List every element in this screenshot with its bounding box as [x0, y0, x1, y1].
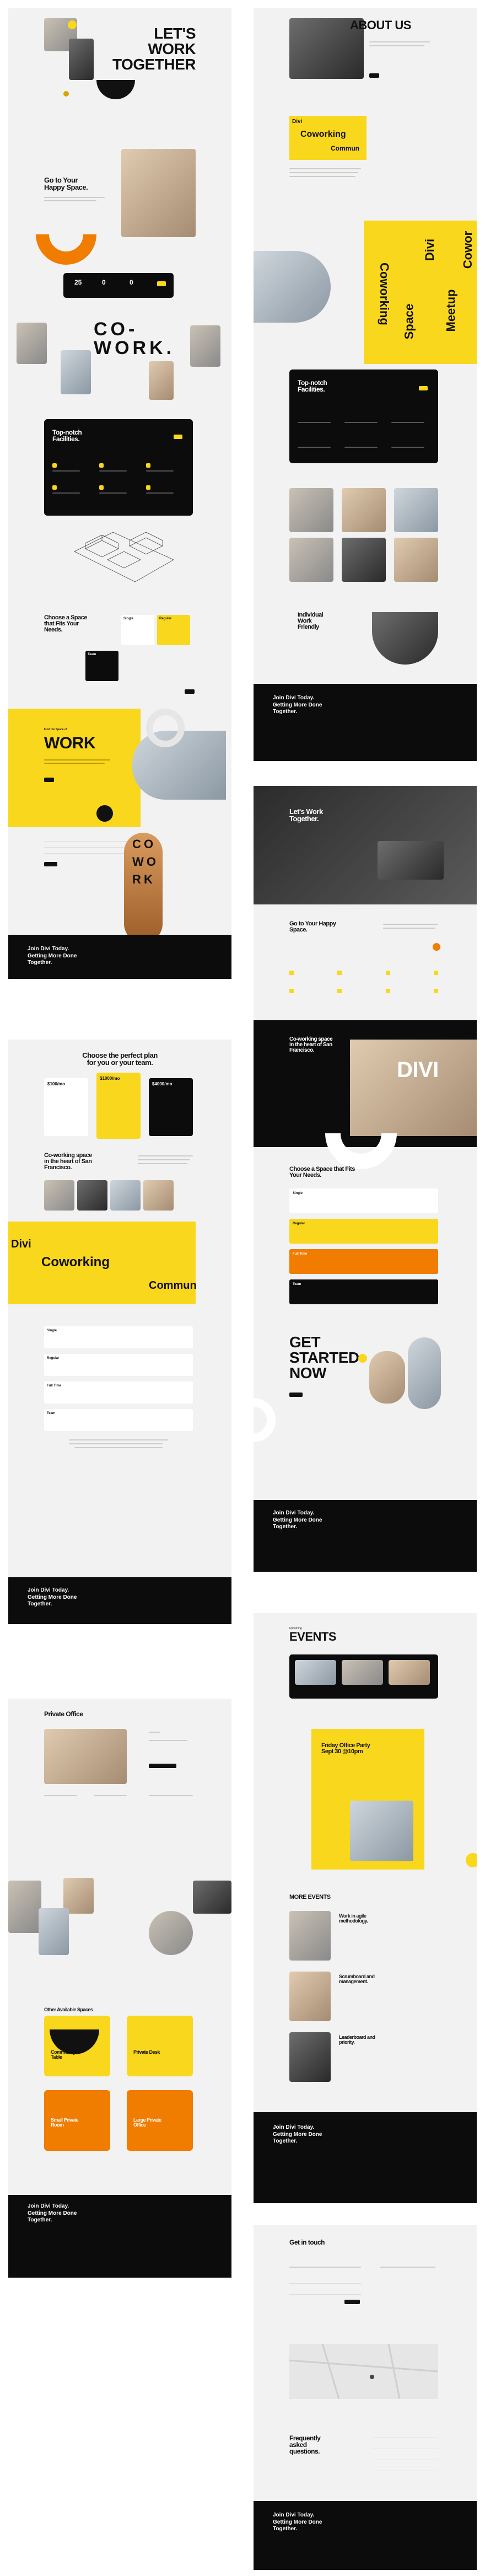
home2-hero: Let's Work Together. [254, 786, 477, 904]
choose-space-button[interactable] [185, 689, 195, 694]
tier-fulltime[interactable]: Full Time [44, 1381, 193, 1404]
get-started-button[interactable] [289, 1393, 303, 1397]
work-title: WORK [44, 734, 95, 752]
work-panel: Find the Space of WORK [8, 709, 141, 827]
home2-tier-fulltime[interactable]: Full Time [289, 1249, 438, 1274]
price-card-1[interactable]: $100/mo [44, 1078, 88, 1136]
home2-happy-title: Go to Your Happy Space. [289, 920, 336, 933]
event-2-title[interactable]: Scrumboard and management. [339, 1974, 375, 1984]
tier-list: Single Regular Full Time Team [44, 1326, 193, 1431]
facilities-panel: Top-notch Facilities. [44, 419, 193, 516]
facilities-title: Top-notch Facilities. [52, 429, 82, 443]
home2-page-card: Let's Work Together. Go to Your Happy Sp… [254, 786, 477, 1572]
work-button[interactable] [44, 778, 54, 782]
contact-title: Get in touch [289, 2238, 325, 2246]
contact-page-card: Get in touch Frequently asked questions.… [254, 2225, 477, 2570]
more-events-title: MORE EVENTS [289, 1894, 331, 1900]
home2-tier-single[interactable]: Single [289, 1188, 438, 1213]
stat-3: 0 [130, 279, 133, 286]
home2-features [289, 971, 438, 993]
tile-community[interactable]: Community Table [44, 2016, 110, 2076]
tile-small-room[interactable]: Small Private Room [44, 2090, 110, 2151]
cowork-photo-2 [61, 350, 91, 394]
faq-title: Frequently asked questions. [289, 2434, 321, 2455]
tier-single[interactable]: Single [44, 1326, 193, 1348]
orange-arc [36, 234, 96, 265]
about-vertical-banner: Coworking Divi Space Meetup Cowor [364, 221, 477, 364]
party-card[interactable]: Friday Office Party Sept 30 @10pm [311, 1729, 424, 1870]
price-card-3[interactable]: $4000/mo [149, 1078, 193, 1136]
contact-footer: Join Divi Today. Getting More Done Toget… [254, 2501, 477, 2570]
stat-2: 0 [102, 279, 106, 286]
about-page-card: ABOUT US Divi Coworking Commun Coworking… [254, 8, 477, 761]
hero-small-dot [63, 91, 69, 97]
cowork-photo-3 [149, 361, 174, 400]
about-title: ABOUT US [350, 18, 411, 32]
event-1-title[interactable]: Work in agile methodology. [339, 1914, 368, 1924]
events-title: EVENTS [289, 1630, 337, 1643]
office-page-card: Private Office Other Available Spaces Co… [8, 1699, 231, 2278]
home-footer: Join Divi Today. Getting More Done Toget… [8, 935, 231, 979]
home2-sf-panel: Co-working space in the heart of San Fra… [254, 1020, 477, 1169]
tier-regular[interactable]: Regular [44, 1354, 193, 1376]
office-title: Private Office [44, 1710, 83, 1718]
event-3-title[interactable]: Leaderboard and priority. [339, 2035, 375, 2045]
plan-card-regular[interactable]: Regular [157, 615, 190, 645]
pricing-footer: Join Divi Today. Getting More Done Toget… [8, 1577, 231, 1624]
facilities-button[interactable] [174, 435, 182, 439]
office-photo [44, 1729, 127, 1784]
events-footer: Join Divi Today. Getting More Done Toget… [254, 2112, 477, 2203]
about-footer: Join Divi Today. Getting More Done Toget… [254, 684, 477, 761]
footer-title: Join Divi Today. Getting More Done Toget… [28, 946, 77, 966]
about-button[interactable] [369, 73, 379, 78]
home2-footer: Join Divi Today. Getting More Done Toget… [254, 1500, 477, 1572]
events-page-card: Upcoming EVENTS Friday Office Party Sept… [254, 1613, 477, 2203]
plan-card-team[interactable]: Team [85, 651, 118, 681]
stats-bar: 25 0 0 [63, 273, 174, 298]
other-spaces-title: Other Available Spaces [44, 2007, 93, 2012]
office-button[interactable] [149, 1764, 176, 1768]
cowork-photo-4 [190, 325, 220, 367]
tile-large-office[interactable]: Large Private Office [127, 2090, 193, 2151]
cowork-title: CO- WORK. [94, 319, 175, 358]
sf-title: Co-working space in the heart of San Fra… [44, 1152, 92, 1171]
contact-submit[interactable] [344, 2300, 360, 2304]
cowork-vertical-text: C O W O R K [132, 837, 156, 886]
home2-tier-regular[interactable]: Regular [289, 1219, 438, 1244]
hero-title: LET'S WORK TOGETHER [112, 25, 196, 73]
friendly-title: Individual Work Friendly [298, 612, 324, 630]
tier-team[interactable]: Team [44, 1409, 193, 1431]
contact-map[interactable] [289, 2343, 439, 2400]
tile-private-desk[interactable]: Private Desk [127, 2016, 193, 2076]
price-card-2[interactable]: $1000/mo [96, 1073, 141, 1139]
about-round-photo [254, 251, 331, 323]
about-facilities-panel: Top-notch Facilities. [289, 369, 438, 463]
home2-choose-title: Choose a Space that Fits Your Needs. [289, 1166, 355, 1179]
happy-space-title: Go to Your Happy Space. [44, 176, 88, 191]
about-coworking-banner: Divi Coworking Commun [289, 116, 367, 160]
coworking-banner: Divi Coworking Commun [8, 1222, 197, 1304]
choose-space-title: Choose a Space that Fits Your Needs. [44, 614, 87, 633]
pricing-title: Choose the perfect plan for you or your … [82, 1051, 158, 1067]
stat-1: 25 [74, 279, 82, 286]
hero-photo-2 [69, 39, 94, 80]
cowork-photo-1 [17, 323, 47, 364]
map-streets [289, 2343, 439, 2400]
home-page-card: LET'S WORK TOGETHER Go to Your Happy Spa… [8, 8, 231, 979]
home2-tier-team[interactable]: Team [289, 1279, 438, 1304]
events-gallery [289, 1654, 438, 1699]
get-started-title: GET STARTED NOW [289, 1333, 359, 1381]
pricing-page-card: Choose the perfect plan for you or your … [8, 1040, 231, 1624]
stats-button[interactable] [157, 281, 166, 286]
plan-card-single[interactable]: Single [121, 615, 154, 645]
office-footer: Join Divi Today. Getting More Done Toget… [8, 2195, 231, 2278]
hero-yellow-dot [68, 20, 77, 29]
isometric-floorplan [74, 532, 174, 582]
happy-space-photo [121, 149, 196, 237]
friendly-photo [372, 612, 438, 665]
